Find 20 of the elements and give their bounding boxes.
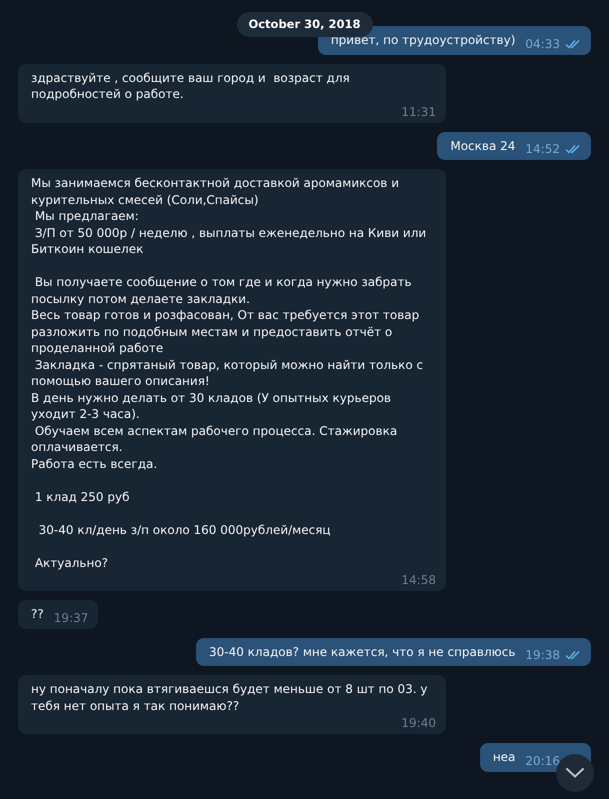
message-text: ?? (31, 606, 44, 623)
message-time: 14:58 (401, 573, 436, 587)
message-time: 20:16 (525, 754, 560, 768)
message-time: 19:37 (54, 610, 88, 624)
message-text: 30-40 кладов? мне кажется, что я не справлюсь (208, 644, 516, 660)
message-time: 19:38 (525, 648, 560, 662)
chevron-down-icon (566, 768, 584, 778)
message-text: Мы занимаемся бесконтактной доставкой аромамиксов и курительных смесей (Соли,Спайсы) Мы предлагаем: З/П от 50 000р / неделю , выплаты еженедельно на Киви или Биткоин кошелек Вы получаете сообщение о том где и когда нужно забрать посылку потом делаете закладки. Весь товар готов и розфасован, От вас требуется этот товар разложить по подобным местам и предоставить отчёт о проделанной работе Закладка - спрятаный товар, который можно найти только с помощью вашего описания! В день нужно делать от 30 кладов (У опытных курьеров уходит 2-3 часа). Обучаем всем аспектам рабочего процесса. Стажировка оплачивается. Работа есть всегда. 1 клад 250 руб 30-40 кл/день з/п около 160 000рублей/месяц Актуально? (31, 175, 428, 572)
message-time: 11:31 (401, 104, 436, 118)
double-check-icon (565, 38, 581, 48)
message-text: неа (492, 749, 516, 766)
date-label: October 30, 2018 (236, 12, 373, 37)
message-time: 19:40 (401, 716, 436, 730)
double-check-icon (565, 144, 581, 154)
message-text: здраствуйте , сообщите ваш город и возраст для подробностей о работе. (31, 70, 351, 103)
message-time: 14:52 (525, 142, 560, 156)
message-text: Москва 24 (450, 138, 516, 154)
message-text: ну поначалу пока втягиваешся будет меньше от 8 шт по 03. у тебя нет опыта я так понимаю?? (31, 681, 428, 714)
message-time: 04:33 (525, 36, 560, 50)
double-check-icon (565, 650, 581, 660)
